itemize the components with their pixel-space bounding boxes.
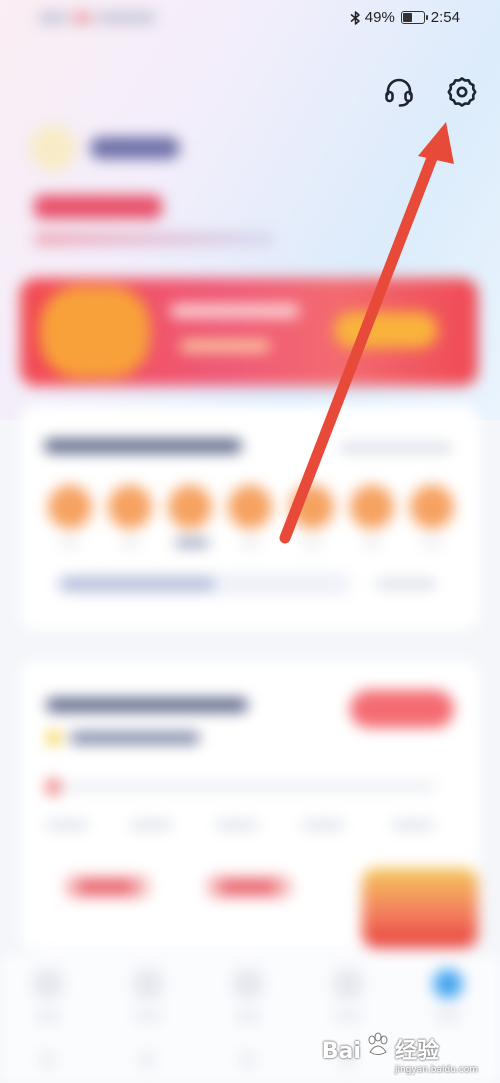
tab-icon <box>233 969 263 999</box>
checkin-title <box>44 439 242 453</box>
status-notification-icons <box>38 12 198 26</box>
tab-icon <box>33 969 63 999</box>
checkin-day-label <box>175 539 209 547</box>
banner-title <box>170 304 300 318</box>
task-action-button[interactable] <box>350 690 454 728</box>
battery-percent: 49% <box>364 9 395 26</box>
watermark: Bai 经验 jingyan.baidu.com <box>322 1032 478 1075</box>
banner-action-button[interactable] <box>334 312 438 348</box>
tab-icon <box>433 969 463 999</box>
nav-hint <box>240 1050 254 1070</box>
tab-label <box>34 1011 62 1021</box>
checkin-day-label <box>302 539 322 547</box>
nav-hint <box>140 1050 154 1070</box>
tab-label <box>334 1011 362 1021</box>
checkin-day-label <box>60 539 80 547</box>
checkin-day-icon[interactable] <box>290 485 334 529</box>
tab-label <box>434 1011 462 1021</box>
tab-item[interactable] <box>126 969 170 1039</box>
battery-icon <box>400 11 428 24</box>
status-right: 49% 2:54 <box>350 9 460 26</box>
checkin-day-icon[interactable] <box>350 485 394 529</box>
gear-icon <box>447 77 477 107</box>
settings-button[interactable] <box>442 72 482 112</box>
bluetooth-icon <box>350 10 360 25</box>
promo-banner[interactable] <box>20 278 478 386</box>
coin-icon <box>46 730 62 746</box>
task-subtitle <box>70 732 200 744</box>
task-reward-button[interactable] <box>206 875 292 899</box>
nav-hint <box>40 1050 54 1070</box>
paw-logo-icon <box>368 1032 388 1055</box>
checkin-progress-label <box>376 579 436 589</box>
task-step-label <box>302 820 344 830</box>
tab-label <box>134 1011 162 1021</box>
task-reward-button[interactable] <box>64 875 150 899</box>
task-progress-track <box>46 779 436 795</box>
checkin-card <box>20 405 480 630</box>
floating-gift-badge[interactable] <box>362 868 478 948</box>
watermark-suffix: 经验 <box>394 1039 439 1064</box>
tab-icon <box>133 969 163 999</box>
watermark-url: jingyan.baidu.com <box>394 1065 478 1075</box>
task-step-label <box>216 820 258 830</box>
headset-icon <box>385 78 413 107</box>
user-name <box>90 137 180 159</box>
tab-label <box>234 1011 262 1021</box>
watermark-brand: Bai <box>321 1039 361 1064</box>
task-step-label <box>392 820 434 830</box>
banner-image <box>40 286 150 378</box>
tab-item-profile[interactable] <box>426 969 470 1039</box>
task-progress-marker <box>46 779 60 795</box>
checkin-day-label <box>362 539 382 547</box>
banner-subtitle <box>180 340 270 352</box>
battery-fill <box>402 13 412 22</box>
tab-item[interactable] <box>326 969 370 1039</box>
checkin-day-label <box>422 539 442 547</box>
balance-subtitle <box>34 233 274 245</box>
tab-icon <box>333 969 363 999</box>
checkin-progress-fill <box>60 578 215 590</box>
tab-item[interactable] <box>26 969 70 1039</box>
avatar[interactable] <box>30 125 76 171</box>
checkin-day-icon[interactable] <box>48 485 92 529</box>
checkin-day-label <box>120 539 140 547</box>
task-title <box>46 698 248 712</box>
task-step-label <box>46 820 88 830</box>
checkin-day-icon[interactable] <box>228 485 272 529</box>
checkin-day-icon[interactable] <box>108 485 152 529</box>
tab-item[interactable] <box>226 969 270 1039</box>
checkin-progress-bar <box>56 573 351 595</box>
customer-service-button[interactable] <box>379 72 419 112</box>
balance-amount <box>34 195 162 219</box>
checkin-day-icon[interactable] <box>168 485 212 529</box>
checkin-more-link[interactable] <box>340 443 452 453</box>
status-bar: 49% 2:54 <box>0 0 500 38</box>
checkin-day-icon[interactable] <box>410 485 454 529</box>
checkin-day-label <box>240 539 260 547</box>
clock: 2:54 <box>430 9 460 26</box>
task-step-label <box>130 820 172 830</box>
